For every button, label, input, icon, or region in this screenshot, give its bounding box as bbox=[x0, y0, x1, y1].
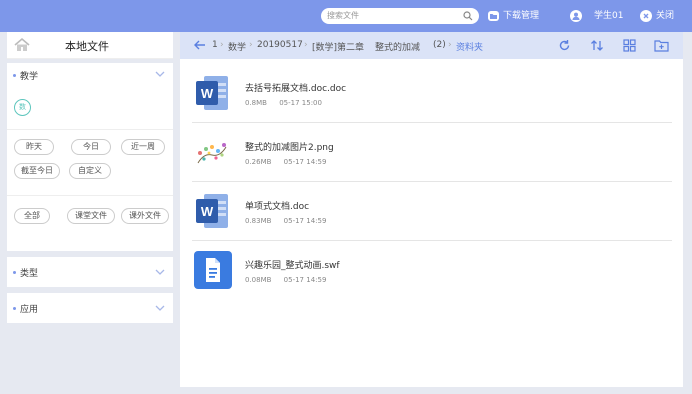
close-button[interactable]: 关闭 bbox=[640, 8, 674, 24]
file-size: 0.8MB bbox=[245, 99, 267, 107]
filter-yesterday[interactable]: 昨天 bbox=[14, 139, 54, 155]
breadcrumb-separator: › bbox=[448, 40, 452, 50]
file-name: 去括号拓展文档.doc.doc bbox=[245, 84, 347, 94]
breadcrumb-back-number[interactable]: 1 bbox=[212, 40, 218, 50]
filter-today[interactable]: 今日 bbox=[71, 139, 111, 155]
file-meta: 0.08MB 05-17 14:59 bbox=[245, 276, 336, 284]
file-date: 05-17 14:59 bbox=[283, 276, 327, 284]
bullet-dot bbox=[13, 73, 16, 77]
filter-class-files[interactable]: 课堂文件 bbox=[67, 208, 115, 224]
app-section-header[interactable]: 应用 bbox=[7, 293, 173, 323]
file-meta: 0.8MB 05-17 15:00 bbox=[245, 99, 332, 107]
user-avatar-icon bbox=[570, 10, 582, 22]
filter-until-today[interactable]: 截至今日 bbox=[14, 163, 60, 179]
close-icon bbox=[640, 10, 652, 22]
file-size: 0.83MB bbox=[245, 217, 272, 225]
breadcrumb-item[interactable]: 数学 bbox=[228, 40, 246, 53]
user-menu[interactable]: 学生01 bbox=[570, 8, 623, 24]
breadcrumb-separator: › bbox=[220, 40, 224, 50]
subject-section-label: 教学 bbox=[20, 71, 39, 82]
chevron-down-icon[interactable] bbox=[155, 305, 165, 312]
file-row[interactable]: W 去括号拓展文档.doc.doc 0.8MB 05-17 15:00 bbox=[192, 64, 672, 123]
breadcrumb-item[interactable]: 20190517 bbox=[257, 40, 303, 50]
subject-section-header[interactable]: 教学 bbox=[7, 63, 173, 87]
file-name: 单项式文档.doc bbox=[245, 202, 310, 212]
sort-icon[interactable] bbox=[590, 39, 604, 52]
filter-extracurricular-files[interactable]: 课外文件 bbox=[121, 208, 169, 224]
file-meta: 0.83MB 05-17 14:59 bbox=[245, 217, 336, 225]
file-row[interactable]: 兴趣乐园_整式动画.swf 0.08MB 05-17 14:59 bbox=[192, 241, 672, 300]
user-name: 学生01 bbox=[594, 11, 624, 21]
file-row[interactable]: 整式的加减图片2.png 0.26MB 05-17 14:59 bbox=[192, 123, 672, 182]
file-date: 05-17 14:59 bbox=[283, 158, 327, 166]
search-icon[interactable] bbox=[463, 11, 473, 21]
image-thumb-icon bbox=[197, 143, 227, 164]
breadcrumb-separator: › bbox=[249, 40, 253, 50]
chevron-down-icon[interactable] bbox=[155, 269, 165, 276]
file-meta: 0.26MB 05-17 14:59 bbox=[245, 158, 336, 166]
sidebar-header: 本地文件 bbox=[7, 32, 173, 59]
type-section-header[interactable]: 类型 bbox=[7, 257, 173, 287]
chevron-down-icon[interactable] bbox=[155, 71, 165, 78]
document-icon bbox=[194, 251, 232, 289]
divider bbox=[7, 129, 173, 130]
sidebar-title: 本地文件 bbox=[65, 40, 109, 53]
top-bar: 搜索文件 下载管理 学生01 关闭 bbox=[0, 0, 692, 32]
file-row[interactable]: W 单项式文档.doc 0.83MB 05-17 14:59 bbox=[192, 182, 672, 241]
bullet-dot bbox=[13, 306, 16, 310]
file-list-panel: 1 › 数学 › 20190517 › [数学]第二章 整式的加减 (2) › … bbox=[180, 32, 683, 387]
file-name: 兴趣乐园_整式动画.swf bbox=[245, 261, 340, 271]
breadcrumb-item: (2) bbox=[433, 40, 446, 50]
refresh-icon[interactable] bbox=[558, 39, 571, 52]
subject-chip-math[interactable]: 数 bbox=[14, 99, 31, 116]
new-folder-icon[interactable] bbox=[654, 39, 669, 52]
file-date: 05-17 14:59 bbox=[283, 217, 327, 225]
grid-view-icon[interactable] bbox=[623, 39, 636, 52]
type-section-label: 类型 bbox=[20, 268, 39, 279]
folder-icon bbox=[488, 11, 499, 21]
subject-panel: 教学 数 昨天 今日 近一周 截至今日 自定义 全部 课堂文件 课外文件 bbox=[7, 63, 173, 251]
file-size: 0.08MB bbox=[245, 276, 272, 284]
file-size: 0.26MB bbox=[245, 158, 272, 166]
breadcrumb-current: 资料夹 bbox=[456, 43, 484, 53]
svg-text:W: W bbox=[201, 86, 214, 101]
breadcrumb: 1 › 数学 › 20190517 › [数学]第二章 整式的加减 (2) › … bbox=[180, 32, 683, 59]
home-icon[interactable] bbox=[13, 36, 31, 54]
breadcrumb-item[interactable]: [数学]第二章 bbox=[312, 40, 364, 53]
svg-text:W: W bbox=[201, 204, 214, 219]
file-name: 整式的加减图片2.png bbox=[245, 143, 334, 153]
filter-custom[interactable]: 自定义 bbox=[69, 163, 111, 179]
word-icon: W bbox=[196, 76, 228, 110]
breadcrumb-item[interactable]: 整式的加减 bbox=[375, 40, 420, 53]
app-section-label: 应用 bbox=[20, 304, 39, 315]
bullet-dot bbox=[13, 270, 16, 274]
app-panel[interactable]: 应用 bbox=[7, 293, 173, 323]
search-input[interactable]: 搜索文件 bbox=[321, 8, 479, 24]
download-manager-button[interactable]: 下载管理 bbox=[488, 8, 539, 24]
divider bbox=[7, 195, 173, 196]
word-icon: W bbox=[196, 194, 228, 228]
search-placeholder: 搜索文件 bbox=[327, 11, 359, 20]
file-date: 05-17 15:00 bbox=[279, 99, 322, 107]
breadcrumb-separator: › bbox=[304, 40, 308, 50]
sidebar: 本地文件 教学 数 昨天 今日 近一周 截至今日 自定义 全部 课堂文件 课外文… bbox=[7, 32, 173, 323]
back-arrow-icon[interactable] bbox=[194, 40, 206, 50]
close-label: 关闭 bbox=[656, 11, 675, 21]
filter-all[interactable]: 全部 bbox=[14, 208, 50, 224]
type-panel[interactable]: 类型 bbox=[7, 257, 173, 287]
download-manager-label: 下载管理 bbox=[503, 11, 540, 21]
filter-last-week[interactable]: 近一周 bbox=[121, 139, 165, 155]
